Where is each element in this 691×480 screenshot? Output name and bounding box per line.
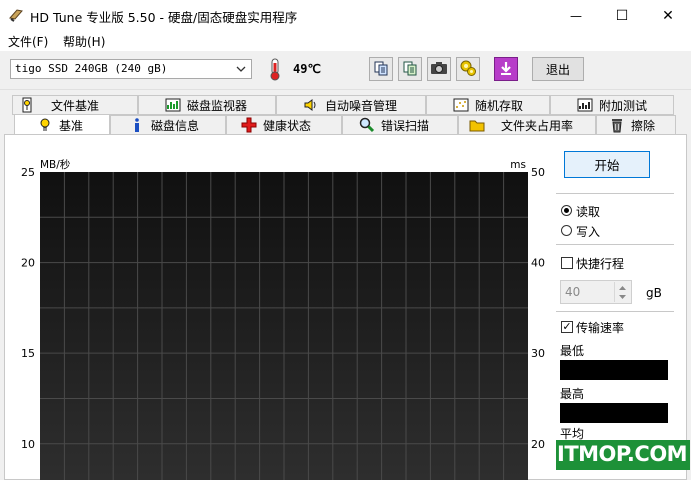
tab-label: 基准 [59, 118, 84, 133]
menu-help[interactable]: 帮助(H) [63, 33, 105, 50]
chart-right-tick-label: 20 [531, 438, 545, 451]
options-icon [459, 59, 477, 80]
extra-tests-icon [577, 97, 593, 113]
close-button[interactable]: ✕ [645, 0, 691, 31]
tab-label: 文件夹占用率 [501, 118, 574, 133]
camera-icon [430, 60, 448, 79]
quick-size-value: 40 [565, 285, 581, 299]
quick-unit: gB [646, 286, 662, 300]
chart-right-tick-label: 50 [531, 166, 545, 179]
watermark: ITMOP.COM [557, 442, 688, 466]
tab-label: 健康状态 [263, 118, 312, 133]
max-label: 最高 [560, 387, 585, 401]
chart-right-unit-label: ms [510, 159, 526, 171]
random-access-icon [453, 97, 469, 113]
start-button[interactable]: 开始 [564, 151, 650, 178]
drive-select-value: tigo SSD 240GB (240 gB) [15, 62, 168, 75]
quick-size-stepper[interactable]: 40 [560, 280, 632, 304]
trash-icon [609, 117, 625, 133]
chart-left-tick-label: 20 [21, 257, 35, 270]
tab-error-scan[interactable]: 错误扫描 [342, 115, 458, 135]
menu-file[interactable]: 文件(F) [8, 33, 48, 50]
tab-label: 附加测试 [599, 98, 648, 113]
tab-benchmark[interactable]: 基准 [14, 114, 110, 136]
tab-aam[interactable]: 自动噪音管理 [276, 95, 426, 115]
transfer-checkbox[interactable]: ✓ [561, 321, 573, 333]
minimize-icon: — [570, 8, 582, 23]
tab-disk-monitor[interactable]: 磁盘监视器 [138, 95, 276, 115]
disk-monitor-icon [165, 97, 181, 113]
quick-label: 快捷行程 [576, 257, 625, 271]
arrow-down-icon [619, 294, 626, 299]
speaker-icon [303, 97, 319, 113]
min-value-box [560, 360, 668, 380]
copy-all-button[interactable] [398, 57, 422, 81]
read-label: 读取 [576, 205, 601, 219]
min-label: 最低 [560, 344, 585, 358]
read-radio[interactable] [561, 205, 572, 216]
tab-label: 自动噪音管理 [325, 98, 398, 113]
download-arrow-icon [498, 60, 514, 79]
tab-label: 擦除 [631, 118, 656, 133]
chart-left-tick-label: 15 [21, 347, 35, 360]
window-title: HD Tune 专业版 5.50 - 硬盘/固态硬盘实用程序 [30, 10, 298, 25]
write-label: 写入 [576, 225, 601, 239]
tab-label: 磁盘信息 [151, 118, 200, 133]
quick-check-option[interactable]: 快捷行程 [560, 255, 640, 271]
chevron-down-icon [233, 61, 249, 77]
maximize-icon: ☐ [615, 7, 629, 24]
write-radio-option[interactable]: 写入 [560, 223, 620, 239]
copy-icon [373, 60, 389, 79]
health-icon [241, 117, 257, 133]
transfer-check-option[interactable]: ✓ 传输速率 [560, 319, 640, 335]
spin-up-button[interactable] [614, 282, 630, 292]
magnifier-icon [359, 117, 375, 133]
close-icon: ✕ [662, 7, 674, 24]
separator [556, 311, 674, 312]
save-button[interactable] [494, 57, 518, 81]
tab-label: 磁盘监视器 [187, 98, 248, 113]
options-button[interactable] [456, 57, 480, 81]
benchmark-icon [37, 117, 53, 133]
folder-icon [469, 117, 485, 133]
exit-button[interactable]: 退出 [532, 57, 584, 81]
write-radio[interactable] [561, 225, 572, 236]
tab-disk-info[interactable]: 磁盘信息 [110, 115, 226, 135]
tab-folder-usage[interactable]: 文件夹占用率 [458, 115, 596, 135]
drive-select[interactable]: tigo SSD 240GB (240 gB) [10, 59, 252, 79]
minimize-button[interactable]: — [553, 0, 599, 31]
checkmark-icon: ✓ [562, 320, 572, 333]
spin-down-button[interactable] [614, 292, 630, 302]
transfer-label: 传输速率 [576, 321, 625, 335]
screenshot-button[interactable] [427, 57, 451, 81]
read-radio-option[interactable]: 读取 [560, 203, 620, 219]
file-benchmark-icon [19, 97, 35, 113]
tab-random-access[interactable]: 随机存取 [426, 95, 550, 115]
chart-right-tick-label: 40 [531, 257, 545, 270]
tab-health[interactable]: 健康状态 [226, 115, 342, 135]
copy-button[interactable] [369, 57, 393, 81]
maximize-button[interactable]: ☐ [599, 0, 645, 31]
app-icon [8, 7, 24, 23]
tab-label: 错误扫描 [381, 118, 430, 133]
tab-erase[interactable]: 擦除 [596, 115, 676, 135]
max-value-box [560, 403, 668, 423]
tab-extra-tests[interactable]: 附加测试 [550, 95, 674, 115]
copy-all-icon [402, 60, 418, 79]
chart-left-tick-label: 10 [21, 438, 35, 451]
tab-file-benchmark[interactable]: 文件基准 [12, 95, 138, 115]
arrow-up-icon [619, 285, 626, 290]
benchmark-chart: 25 20 15 10 50 40 30 20 MB/秒 ms [21, 158, 545, 480]
separator [556, 244, 674, 245]
chart-left-unit-label: MB/秒 [40, 158, 71, 171]
thermometer-icon [264, 57, 286, 81]
separator [556, 193, 674, 194]
chart-right-tick-label: 30 [531, 347, 545, 360]
tab-label: 随机存取 [475, 98, 524, 113]
quick-checkbox[interactable] [561, 257, 573, 269]
chart-left-tick-label: 25 [21, 166, 35, 179]
tab-label: 文件基准 [51, 98, 100, 113]
temperature-value: 49℃ [293, 62, 321, 76]
info-icon [129, 117, 145, 133]
